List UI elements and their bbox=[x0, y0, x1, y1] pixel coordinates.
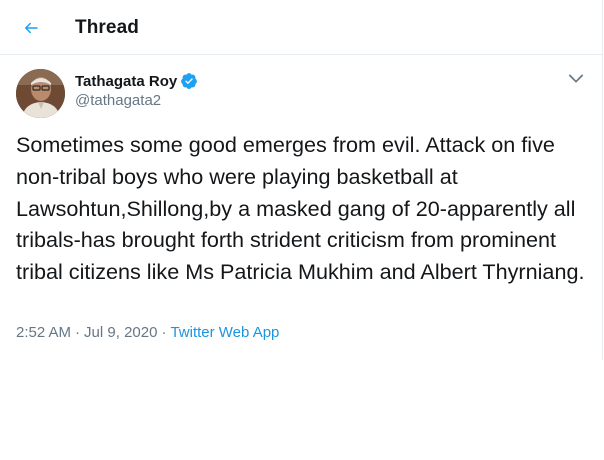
author-handle[interactable]: @tathagata2 bbox=[75, 92, 161, 109]
tweet-date[interactable]: Jul 9, 2020 bbox=[84, 324, 157, 341]
meta-separator: · bbox=[161, 324, 167, 341]
author-name-row[interactable]: Tathagata Roy bbox=[75, 71, 198, 91]
author-display-name[interactable]: Tathagata Roy bbox=[75, 73, 177, 90]
tweet-metadata: 2:52 AM · Jul 9, 2020 · Twitter Web App bbox=[16, 324, 279, 341]
avatar-image bbox=[16, 69, 65, 118]
meta-separator: · bbox=[75, 324, 81, 341]
tweet-text: Sometimes some good emerges from evil. A… bbox=[16, 132, 585, 285]
thread-panel: Thread Tathagata Roy @tathagata2 Sometim… bbox=[0, 0, 603, 360]
avatar[interactable] bbox=[16, 69, 65, 118]
arrow-left-icon bbox=[25, 22, 38, 34]
chevron-down-icon bbox=[568, 74, 584, 83]
tweet: Tathagata Roy @tathagata2 Sometimes some… bbox=[0, 56, 603, 360]
thread-header: Thread bbox=[0, 0, 603, 55]
verified-badge-icon bbox=[180, 72, 198, 90]
back-button[interactable] bbox=[13, 10, 49, 46]
more-options-button[interactable] bbox=[566, 68, 586, 88]
tweet-time[interactable]: 2:52 AM bbox=[16, 324, 71, 341]
page-title: Thread bbox=[75, 17, 139, 38]
tweet-source-link[interactable]: Twitter Web App bbox=[170, 324, 279, 341]
